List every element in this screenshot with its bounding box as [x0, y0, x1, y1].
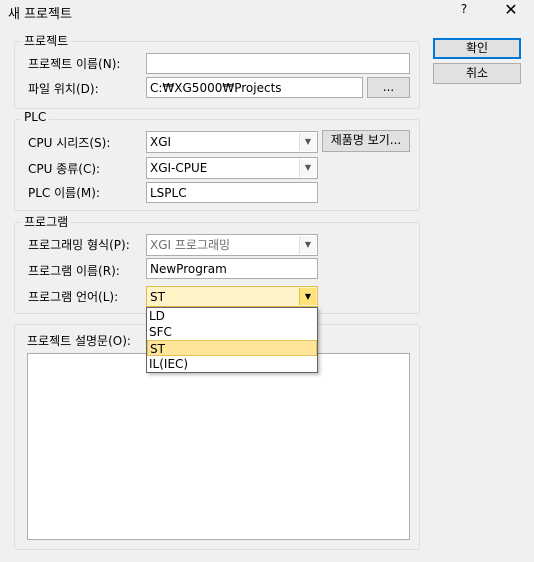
chevron-down-icon[interactable]: ▼ [299, 236, 316, 254]
browse-button[interactable]: ... [367, 77, 410, 98]
chevron-down-icon[interactable]: ▼ [299, 159, 316, 177]
file-location-input[interactable]: C:₩XG5000₩Projects [146, 77, 363, 98]
program-legend: 프로그램 [21, 213, 72, 230]
program-name-label: 프로그램 이름(R): [28, 264, 120, 278]
project-name-label: 프로젝트 이름(N): [28, 57, 121, 71]
ok-button[interactable]: 확인 [433, 38, 521, 59]
file-location-label: 파일 위치(D): [28, 82, 99, 96]
program-language-dropdown: LD SFC ST IL(IEC) [146, 307, 318, 373]
view-product-button[interactable]: 제품명 보기... [322, 130, 410, 152]
chevron-down-icon[interactable]: ▼ [299, 288, 316, 305]
cpu-type-select[interactable]: XGI-CPUE ▼ [146, 157, 318, 179]
close-button[interactable]: ✕ [500, 0, 522, 22]
plc-legend: PLC [21, 110, 50, 124]
dropdown-option-st[interactable]: ST [147, 340, 317, 356]
cancel-button[interactable]: 취소 [433, 63, 521, 84]
project-group [14, 41, 420, 109]
cpu-series-value: XGI [150, 135, 172, 149]
program-language-label: 프로그램 언어(L): [28, 290, 119, 304]
description-legend: 프로젝트 설명문(O): [24, 332, 134, 349]
program-name-input[interactable]: NewProgram [146, 258, 318, 279]
description-textarea[interactable] [27, 353, 410, 540]
program-language-value: ST [150, 290, 165, 304]
project-name-input[interactable] [146, 53, 410, 74]
programming-form-value: XGI 프로그래밍 [150, 238, 231, 252]
help-button[interactable]: ? [455, 2, 473, 20]
chevron-down-icon[interactable]: ▼ [299, 133, 316, 151]
plc-name-input[interactable]: LSPLC [146, 182, 318, 203]
window-title: 새 프로젝트 [8, 7, 72, 22]
cpu-type-value: XGI-CPUE [150, 161, 208, 175]
plc-name-label: PLC 이름(M): [28, 186, 100, 200]
title-bar [0, 0, 534, 22]
dropdown-option-il[interactable]: IL(IEC) [147, 356, 317, 372]
dropdown-option-ld[interactable]: LD [147, 308, 317, 324]
cpu-series-select[interactable]: XGI ▼ [146, 131, 318, 153]
programming-form-select[interactable]: XGI 프로그래밍 ▼ [146, 234, 318, 256]
program-language-select[interactable]: ST ▼ [146, 286, 318, 307]
close-icon: ✕ [504, 0, 518, 19]
cpu-type-label: CPU 종류(C): [28, 162, 101, 176]
dropdown-option-sfc[interactable]: SFC [147, 324, 317, 340]
project-legend: 프로젝트 [21, 32, 72, 49]
cpu-series-label: CPU 시리즈(S): [28, 136, 111, 150]
programming-form-label: 프로그래밍 형식(P): [28, 238, 130, 252]
